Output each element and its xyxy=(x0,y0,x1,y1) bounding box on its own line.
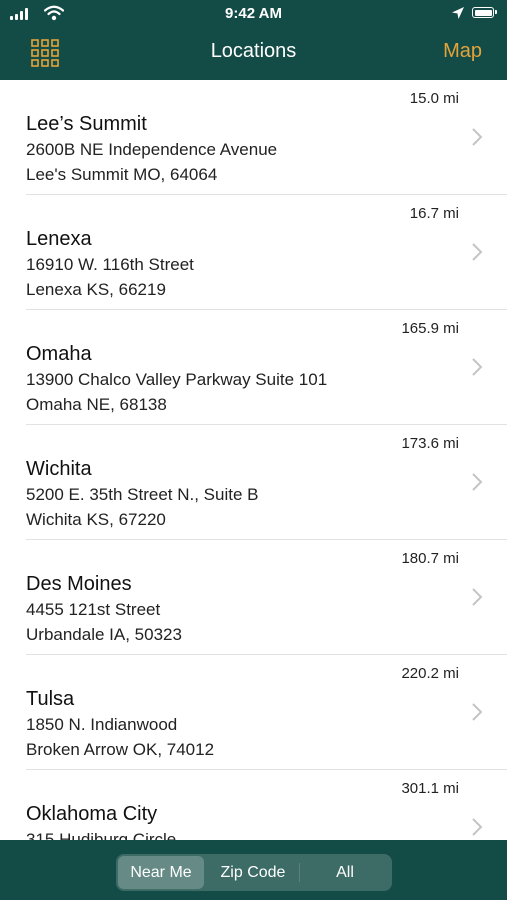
chevron-right-icon xyxy=(472,703,483,721)
segment-near-me[interactable]: Near Me xyxy=(118,856,204,889)
distance-label: 301.1 mi xyxy=(401,780,459,797)
address-line-1: 315 Hudiburg Circle xyxy=(26,830,177,840)
distance-label: 173.6 mi xyxy=(401,435,459,452)
segment-all[interactable]: All xyxy=(301,856,389,889)
address-line-2: Omaha NE, 68138 xyxy=(26,395,167,414)
status-time: 9:42 AM xyxy=(225,5,282,22)
address-line-2: Broken Arrow OK, 74012 xyxy=(26,740,215,759)
location-name: Tulsa xyxy=(26,688,75,710)
navigation-bar: Locations Map xyxy=(0,28,507,80)
address-line-2: Urbandale IA, 50323 xyxy=(26,625,182,644)
locations-list[interactable]: 15.0 mi Lee’s Summit 2600B NE Independen… xyxy=(0,80,507,840)
distance-label: 220.2 mi xyxy=(401,665,459,682)
page-title: Locations xyxy=(210,40,297,62)
list-item[interactable]: 165.9 mi Omaha 13900 Chalco Valley Parkw… xyxy=(0,310,507,425)
distance-label: 180.7 mi xyxy=(401,550,459,567)
list-item[interactable]: 16.7 mi Lenexa 16910 W. 116th Street Len… xyxy=(0,195,507,310)
segment-divider xyxy=(299,863,300,882)
address-line-1: 16910 W. 116th Street xyxy=(26,255,194,274)
list-item[interactable]: 301.1 mi Oklahoma City 315 Hudiburg Circ… xyxy=(0,770,507,840)
address-line-1: 2600B NE Independence Avenue xyxy=(26,140,278,159)
address-line-1: 13900 Chalco Valley Parkway Suite 101 xyxy=(26,370,328,389)
location-name: Oklahoma City xyxy=(26,803,158,825)
segment-zip-code[interactable]: Zip Code xyxy=(208,856,298,889)
chevron-right-icon xyxy=(472,128,483,146)
location-name: Omaha xyxy=(26,343,92,365)
address-line-1: 1850 N. Indianwood xyxy=(26,715,178,734)
location-name: Lee’s Summit xyxy=(26,113,147,135)
address-line-2: Lee's Summit MO, 64064 xyxy=(26,165,218,184)
filter-segmented-control: Near Me Zip Code All xyxy=(116,854,392,891)
battery-icon xyxy=(472,7,497,18)
distance-label: 165.9 mi xyxy=(401,320,459,337)
map-button[interactable]: Map xyxy=(443,40,482,63)
chevron-right-icon xyxy=(472,818,483,836)
distance-label: 15.0 mi xyxy=(409,90,459,107)
chevron-right-icon xyxy=(472,473,483,491)
address-line-1: 5200 E. 35th Street N., Suite B xyxy=(26,485,259,504)
location-name: Des Moines xyxy=(26,573,132,595)
chevron-right-icon xyxy=(472,243,483,261)
list-item[interactable]: 220.2 mi Tulsa 1850 N. Indianwood Broken… xyxy=(0,655,507,770)
list-item[interactable]: 180.7 mi Des Moines 4455 121st Street Ur… xyxy=(0,540,507,655)
distance-label: 16.7 mi xyxy=(409,205,459,222)
list-item[interactable]: 173.6 mi Wichita 5200 E. 35th Street N.,… xyxy=(0,425,507,540)
address-line-2: Wichita KS, 67220 xyxy=(26,510,166,529)
address-line-1: 4455 121st Street xyxy=(26,600,161,619)
status-bar: 9:42 AM xyxy=(0,0,507,28)
location-arrow-icon xyxy=(452,7,464,19)
chevron-right-icon xyxy=(472,588,483,606)
location-name: Wichita xyxy=(26,458,92,480)
location-name: Lenexa xyxy=(26,228,92,250)
chevron-right-icon xyxy=(472,358,483,376)
list-item[interactable]: 15.0 mi Lee’s Summit 2600B NE Independen… xyxy=(0,80,507,195)
address-line-2: Lenexa KS, 66219 xyxy=(26,280,166,299)
bottom-toolbar: Near Me Zip Code All xyxy=(0,840,507,900)
